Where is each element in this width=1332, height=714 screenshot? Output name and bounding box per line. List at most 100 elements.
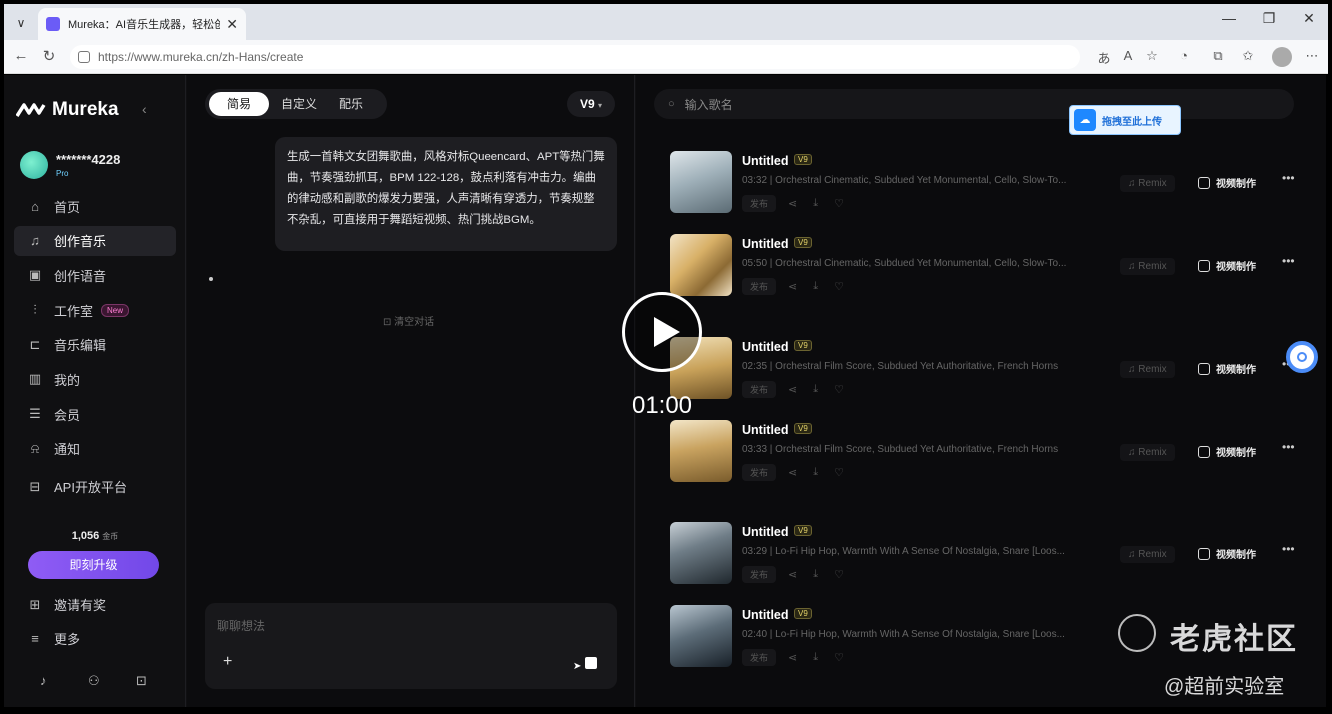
- like-icon[interactable]: ♡: [834, 651, 844, 664]
- song-row[interactable]: Untitled V9 05:50 | Orchestral Cinematic…: [670, 234, 1300, 300]
- song-cover[interactable]: [670, 151, 732, 213]
- play-button[interactable]: [622, 292, 702, 372]
- video-create-button[interactable]: 视频制作: [1198, 361, 1256, 376]
- upgrade-button[interactable]: 即刻升级: [28, 551, 159, 579]
- sidebar-item-studio[interactable]: ⫶ 工作室 New: [14, 295, 176, 325]
- sidebar-item-home[interactable]: ⌂ 首页: [14, 191, 176, 221]
- share-icon[interactable]: ⋖: [788, 466, 797, 479]
- song-cover[interactable]: [670, 420, 732, 482]
- song-cover[interactable]: [670, 605, 732, 667]
- video-create-button[interactable]: 视频制作: [1198, 175, 1256, 190]
- like-icon[interactable]: ♡: [834, 568, 844, 581]
- publish-button[interactable]: 发布: [742, 381, 777, 398]
- sidebar-item-api[interactable]: ⊟ API开放平台: [14, 472, 176, 502]
- clear-conversation-button[interactable]: ⊡ 清空对话: [383, 313, 434, 328]
- publish-button[interactable]: 发布: [742, 464, 777, 481]
- share-icon[interactable]: ⋖: [788, 651, 797, 664]
- model-version-select[interactable]: V9 ▾: [567, 91, 615, 117]
- video-create-button[interactable]: 视频制作: [1198, 258, 1256, 273]
- download-icon[interactable]: ⤓: [813, 383, 818, 396]
- more-options-icon[interactable]: •••: [1282, 440, 1295, 454]
- close-window-icon[interactable]: ✕: [1294, 10, 1324, 27]
- download-icon[interactable]: ⤓: [813, 280, 818, 293]
- remix-button[interactable]: ♫ Remix: [1120, 258, 1175, 275]
- minimize-icon[interactable]: —: [1214, 10, 1244, 26]
- sidebar-item-notifications[interactable]: ⍾ 通知: [14, 434, 176, 464]
- download-icon[interactable]: ⤓: [813, 197, 818, 210]
- collapse-sidebar-icon[interactable]: ‹: [142, 101, 147, 117]
- maximize-icon[interactable]: ❐: [1254, 10, 1284, 27]
- favorite-star-icon[interactable]: ☆: [1142, 48, 1162, 64]
- song-search-input[interactable]: ○ 输入歌名: [654, 89, 1294, 119]
- tab-list-icon[interactable]: ∨: [10, 12, 32, 34]
- browser-tab[interactable]: Mureka：AI音乐生成器，轻松创作 ✕: [38, 8, 246, 40]
- download-icon[interactable]: ⤓: [813, 651, 818, 664]
- sidebar-item-label: 会员: [54, 407, 81, 423]
- song-cover[interactable]: [670, 522, 732, 584]
- user-profile[interactable]: *******4228 Pro: [20, 151, 120, 179]
- tab-score[interactable]: 配乐: [329, 92, 373, 116]
- add-attachment-icon[interactable]: +: [223, 653, 232, 671]
- like-icon[interactable]: ♡: [834, 280, 844, 293]
- more-options-icon[interactable]: •••: [1282, 542, 1295, 556]
- video-create-button[interactable]: 视频制作: [1198, 444, 1256, 459]
- upload-drop-badge[interactable]: ☁ 拖拽至此上传: [1069, 105, 1181, 135]
- download-icon[interactable]: ⤓: [813, 466, 818, 479]
- prompt-input[interactable]: 聊聊想法 + ➤: [205, 603, 617, 689]
- refresh-icon[interactable]: ↻: [38, 47, 60, 65]
- favorites-icon[interactable]: ✩: [1238, 48, 1258, 64]
- more-options-icon[interactable]: •••: [1282, 254, 1295, 268]
- extension-icon[interactable]: ◔: [1174, 48, 1194, 63]
- remix-button[interactable]: ♫ Remix: [1120, 546, 1175, 563]
- sidebar-item-create-music[interactable]: ♫ 创作音乐: [14, 225, 176, 256]
- download-icon[interactable]: ⤓: [813, 568, 818, 581]
- share-icon[interactable]: ⋖: [788, 197, 797, 210]
- song-cover[interactable]: [670, 234, 732, 296]
- song-row[interactable]: Untitled V9 03:29 | Lo-Fi Hip Hop, Warmt…: [670, 522, 1300, 588]
- invite-rewards-link[interactable]: ⊞ 邀请有奖: [26, 595, 176, 614]
- remix-button[interactable]: ♫ Remix: [1120, 444, 1175, 461]
- like-icon[interactable]: ♡: [834, 197, 844, 210]
- publish-button[interactable]: 发布: [742, 195, 777, 212]
- sidebar-item-mine[interactable]: ▥ 我的: [14, 364, 176, 394]
- close-tab-icon[interactable]: ✕: [226, 16, 238, 33]
- mouse-cursor-icon: ➤: [573, 661, 582, 672]
- song-row[interactable]: Untitled V9 03:32 | Orchestral Cinematic…: [670, 151, 1300, 217]
- translate-icon[interactable]: あ: [1094, 48, 1114, 67]
- sidebar-item-membership[interactable]: ☰ 会员: [14, 399, 176, 429]
- like-icon[interactable]: ♡: [834, 383, 844, 396]
- remix-button[interactable]: ♫ Remix: [1120, 361, 1175, 378]
- song-row[interactable]: Untitled V9 03:33 | Orchestral Film Scor…: [670, 420, 1300, 486]
- sidebar-item-music-edit[interactable]: ⊏ 音乐编辑: [14, 330, 176, 360]
- settings-menu-icon[interactable]: ⋯: [1302, 48, 1322, 64]
- share-icon[interactable]: ⋖: [788, 383, 797, 396]
- video-edit-icon: [1198, 547, 1210, 560]
- song-row[interactable]: Untitled V9 02:35 | Orchestral Film Scor…: [670, 337, 1300, 403]
- share-icon[interactable]: ⋖: [788, 280, 797, 293]
- split-screen-icon[interactable]: ⧉: [1208, 48, 1228, 64]
- back-icon[interactable]: ←: [10, 47, 32, 64]
- remix-button[interactable]: ♫ Remix: [1120, 175, 1175, 192]
- like-icon[interactable]: ♡: [834, 466, 844, 479]
- community-icon[interactable]: ⚇: [88, 673, 100, 689]
- brand-logo[interactable]: Mureka: [16, 99, 119, 121]
- tiktok-icon[interactable]: ♪: [40, 673, 47, 688]
- address-bar[interactable]: https://www.mureka.cn/zh-Hans/create: [70, 45, 1080, 69]
- video-create-button[interactable]: 视频制作: [1198, 546, 1256, 561]
- profile-avatar-icon[interactable]: [1272, 47, 1292, 67]
- help-chat-button[interactable]: [1286, 341, 1318, 373]
- more-options-icon[interactable]: •••: [1282, 171, 1295, 185]
- publish-button[interactable]: 发布: [742, 278, 777, 295]
- sidebar-item-create-voice[interactable]: ▣ 创作语音: [14, 260, 176, 290]
- share-icon[interactable]: ⋖: [788, 568, 797, 581]
- send-button[interactable]: [585, 657, 597, 669]
- publish-button[interactable]: 发布: [742, 649, 777, 666]
- tab-simple[interactable]: 简易: [209, 92, 270, 116]
- discord-icon[interactable]: ⊡: [136, 673, 147, 689]
- publish-button[interactable]: 发布: [742, 566, 777, 583]
- more-link[interactable]: ≡ 更多: [26, 629, 176, 648]
- tab-custom[interactable]: 自定义: [269, 92, 329, 116]
- read-aloud-icon[interactable]: A: [1118, 48, 1138, 63]
- site-info-icon[interactable]: [78, 51, 90, 63]
- video-label: 视频制作: [1216, 448, 1256, 459]
